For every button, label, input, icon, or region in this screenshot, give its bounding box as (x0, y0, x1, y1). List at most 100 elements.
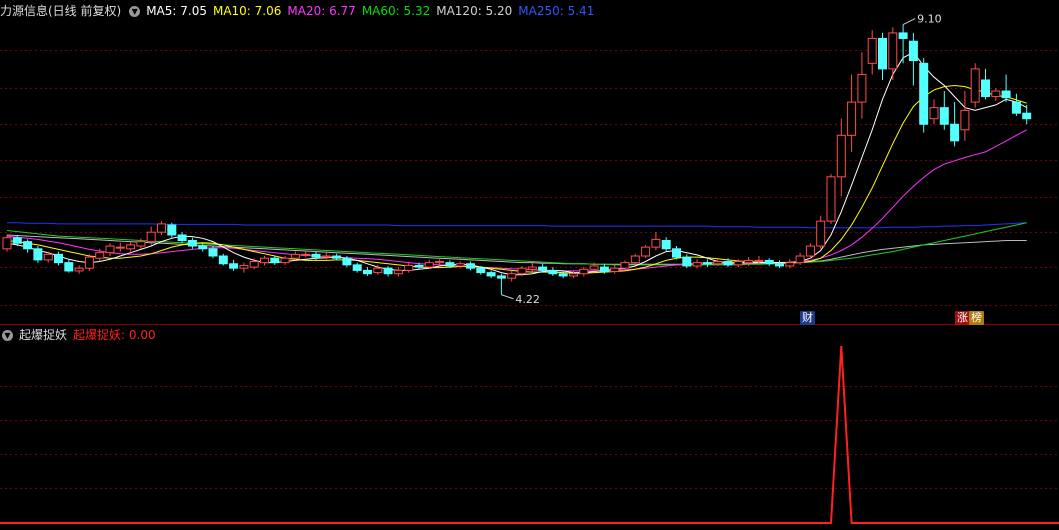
kline-chart[interactable]: 9.10 4.22 (0, 0, 1059, 530)
candle-up (805, 245, 815, 257)
candle-up (733, 261, 743, 266)
candle-up (620, 262, 630, 269)
candle-up (630, 255, 640, 264)
candle-down (33, 248, 43, 261)
candle-up (321, 255, 331, 258)
candle-down (352, 264, 362, 271)
candle-down (311, 253, 321, 258)
candle-up (826, 176, 836, 222)
high-marker-line (902, 18, 916, 26)
candle-up (74, 267, 84, 272)
candle-up (970, 68, 980, 103)
candle-down (764, 259, 774, 265)
candle-down (342, 257, 352, 266)
moving-average-lines (6, 51, 1027, 276)
candle-down (496, 275, 506, 279)
candle-down (270, 257, 280, 264)
candle-up (847, 101, 857, 136)
candle-down (661, 240, 671, 250)
candle-down (950, 123, 960, 142)
candle-down (64, 262, 74, 272)
candle-down (898, 32, 908, 39)
candle-up (126, 244, 136, 250)
candle-down (558, 273, 568, 277)
candle-down (878, 37, 887, 70)
candle-up (991, 90, 1001, 98)
ma10-line (6, 84, 1027, 274)
candle-up (136, 241, 146, 247)
candle-up (929, 107, 939, 120)
candle-down (54, 253, 63, 264)
candle-up (301, 253, 311, 256)
candle-down (363, 269, 372, 275)
candle-down (702, 262, 712, 265)
candle-up (888, 32, 898, 70)
candle-down (445, 262, 455, 267)
candle-up (651, 238, 661, 248)
candle-up (2, 237, 12, 250)
sub-grid-lines (0, 386, 1059, 489)
candle-down (383, 267, 393, 275)
candle-up (455, 263, 465, 267)
candle-up (816, 220, 826, 247)
candle-up (373, 267, 383, 274)
candle-down (599, 266, 609, 273)
candle-down (476, 267, 486, 274)
candle-up (157, 223, 166, 233)
low-label: 4.22 (515, 293, 540, 306)
candle-up (527, 266, 537, 270)
ma120-line (6, 234, 1027, 265)
candle-down (682, 256, 692, 267)
candle-up (115, 246, 125, 249)
candle-up (249, 261, 259, 268)
candle-up (960, 109, 970, 131)
candle-down (919, 62, 929, 125)
tag-cai[interactable]: 财 (800, 311, 815, 325)
candle-down (198, 245, 208, 250)
candle-down (187, 240, 197, 247)
candle-down (12, 237, 22, 244)
candle-up (569, 273, 578, 277)
tag-zhang[interactable]: 涨 (955, 311, 970, 325)
candle-down (538, 266, 548, 271)
candle-down (672, 248, 681, 258)
low-marker-line (501, 294, 514, 300)
candle-down (177, 234, 187, 241)
candle-down (332, 255, 342, 259)
candle-up (507, 273, 517, 279)
candle-up (146, 231, 156, 243)
candle-up (435, 261, 445, 264)
candle-up (692, 262, 702, 267)
candle-up (517, 267, 527, 275)
tag-bang[interactable]: 榜 (969, 311, 984, 325)
candle-down (466, 263, 475, 269)
candle-down (1001, 90, 1011, 99)
ma20-line (6, 129, 1027, 272)
candle-up (239, 264, 249, 269)
candle-down (981, 79, 990, 98)
candle-up (43, 253, 53, 261)
candle-down (908, 40, 918, 62)
candle-down (775, 263, 784, 267)
candle-up (589, 265, 599, 270)
indicator-line (0, 345, 1059, 524)
candle-down (548, 269, 558, 275)
candle-up (404, 264, 414, 271)
candle-up (857, 73, 867, 103)
candle-down (414, 264, 424, 268)
candle-up (579, 268, 589, 275)
candle-up (785, 262, 795, 267)
candle-up (836, 134, 846, 178)
candle-up (744, 259, 754, 264)
high-label: 9.10 (917, 13, 942, 26)
candle-up (95, 252, 105, 259)
candle-down (939, 107, 949, 125)
candle-down (218, 255, 228, 265)
candle-down (1011, 101, 1021, 114)
candle-up (867, 37, 877, 64)
candle-up (84, 256, 94, 269)
candle-down (723, 261, 733, 266)
candle-up (641, 246, 651, 257)
candle-down (486, 272, 496, 277)
candle-down (208, 248, 218, 257)
